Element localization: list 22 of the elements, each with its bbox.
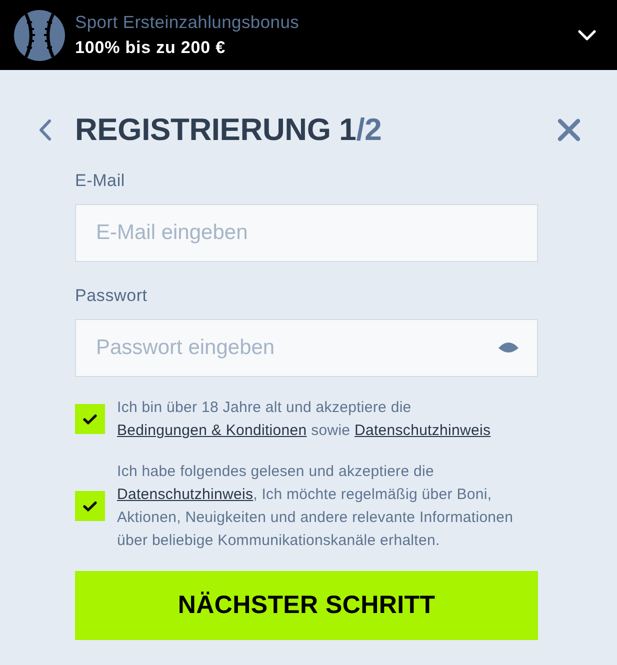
promo-offer: 100% bis zu 200 € xyxy=(75,36,226,58)
back-icon[interactable] xyxy=(38,119,52,141)
checkmark-icon xyxy=(83,414,97,425)
checkbox[interactable] xyxy=(75,404,105,434)
checkmark-icon xyxy=(83,500,97,512)
email-field[interactable]: E-Mail eingeben xyxy=(75,204,538,262)
page-title: REGISTRIERUNG 1/2 xyxy=(75,111,383,149)
consent-text: Ich habe folgendes gelesen und akzeptiere die Datenschutzhinweis, Ich möchte regelmäßig über Boni, Aktionen, Neuigkeiten und andere relevante Informationen über beliebige Kommunikationskanäle erhalten. xyxy=(117,462,514,552)
chevron-down-icon[interactable] xyxy=(578,30,596,40)
eye-icon[interactable] xyxy=(498,340,519,355)
consent-text: Ich bin über 18 Jahre alt und akzeptiere die Bedingungen & Konditionen sowie Datenschutzhinweis xyxy=(117,398,492,442)
text-link[interactable]: Bedingungen & Konditionen xyxy=(117,422,307,440)
promo-title: Sport Ersteinzahlungsbonus xyxy=(75,10,300,32)
next-step-button[interactable]: NÄCHSTER SCHRITT xyxy=(75,570,538,640)
checkbox[interactable] xyxy=(75,491,105,522)
baseball-icon xyxy=(14,10,65,60)
text-link[interactable]: Datenschutzhinweis xyxy=(117,486,254,503)
text-link[interactable]: Datenschutzhinweis xyxy=(354,422,491,440)
password-label: Passwort xyxy=(75,286,148,306)
password-field[interactable]: Passwort eingeben xyxy=(75,319,538,377)
email-label: E-Mail xyxy=(75,171,125,191)
close-icon[interactable] xyxy=(557,118,581,142)
